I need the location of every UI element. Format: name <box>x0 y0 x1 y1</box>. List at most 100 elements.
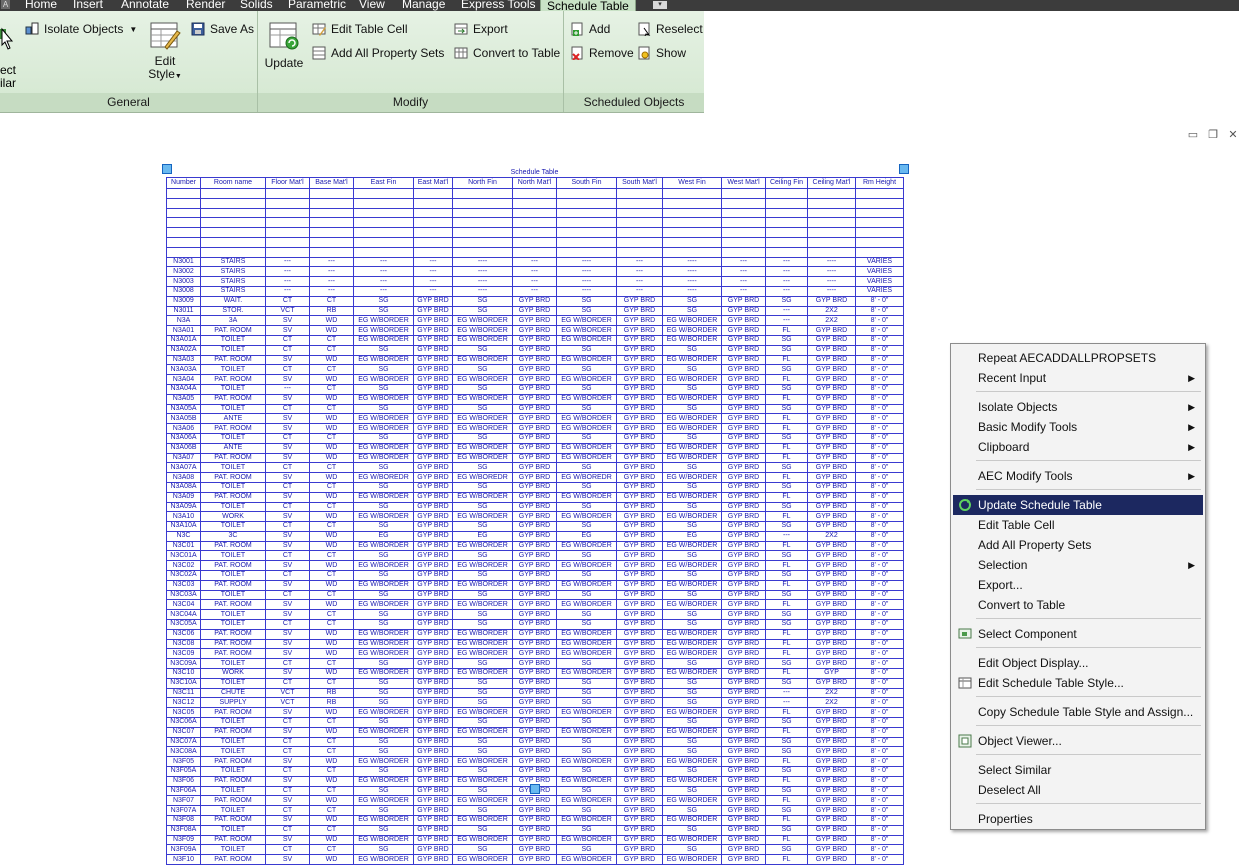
table-row[interactable]: N3A03A TOILET CT CT SG GYP BRD SG GYP BRD SG GYP … <box>166 364 904 376</box>
table-row[interactable]: N3A04A TOILET --- CT SG GYP BRD SG GYP BRD SG GYP… <box>166 383 904 395</box>
tab-express-tools[interactable]: Express Tools <box>461 0 535 11</box>
tab-home[interactable]: Home <box>25 0 57 11</box>
table-row[interactable]: N3A10 WORK SV WD EG W/BORDER GYP BRD EG W/BORD… <box>166 511 904 523</box>
table-row[interactable]: N3011 STOR. VCT RB SG GYP BRD SG GYP BRD SG GYP B… <box>166 305 904 317</box>
restore-window-icon[interactable]: ❐ <box>1206 128 1220 141</box>
tab-annotate[interactable]: Annotate <box>121 0 169 11</box>
menu-item-basic-modify-tools[interactable]: Basic Modify Tools ▶ <box>953 417 1203 437</box>
add-all-property-sets-button[interactable]: Add All Property Sets <box>312 43 444 63</box>
table-row[interactable]: N3C05A TOILET CT CT SG GYP BRD SG GYP BRD SG GYP … <box>166 619 904 630</box>
isolate-objects-button[interactable]: Isolate Objects ▼ <box>25 19 137 39</box>
grip-center[interactable] <box>530 784 540 794</box>
menu-item-select-component[interactable]: Select Component <box>953 624 1203 644</box>
remove-button[interactable]: Remove <box>570 43 634 63</box>
convert-to-table-button[interactable]: Convert to Table <box>454 43 560 63</box>
table-row[interactable]: N3C02 PAT. ROOM SV WD EG W/BORDER GYP BRD EG W… <box>166 560 904 572</box>
table-row[interactable]: N3A03 PAT. ROOM SV WD EG W/BORDER GYP BRD EG W… <box>166 354 904 366</box>
show-button[interactable]: Show <box>637 43 686 63</box>
table-row[interactable]: N3A02A TOILET CT CT SG GYP BRD SG GYP BRD SG GYP … <box>166 344 904 356</box>
table-row[interactable]: N3C04A TOILET SV CT SG GYP BRD SG GYP BRD SG GYP … <box>166 609 904 621</box>
menu-item-edit-table-cell[interactable]: Edit Table Cell <box>953 515 1203 535</box>
table-row[interactable]: N3008 STAIRS --- --- --- --- ---- --- ---- --- ---… <box>166 285 904 297</box>
table-row[interactable]: N3F08 PAT. ROOM SV WD EG W/BORDER GYP BRD EG W… <box>166 815 904 826</box>
menu-item-add-all-property-sets[interactable]: Add All Property Sets <box>953 535 1203 555</box>
table-row[interactable]: N3C02A TOILET CT CT SG GYP BRD SG GYP BRD SG GYP … <box>166 570 904 581</box>
save-as-button[interactable]: Save As <box>191 19 254 39</box>
menu-item-edit-schedule-table-style[interactable]: Edit Schedule Table Style... <box>953 673 1203 693</box>
close-window-icon[interactable]: ✕ <box>1226 128 1239 141</box>
menu-item-select-similar[interactable]: Select Similar <box>953 760 1203 780</box>
table-row[interactable]: N3A01A TOILET CT CT EG W/BORDER GYP BRD EG W/B… <box>166 334 904 346</box>
table-row[interactable]: N3C10 WORK SV WD EG W/BORDER GYP BRD EG W/BORD… <box>166 668 904 679</box>
table-row[interactable]: N3F08A TOILET CT CT SG GYP BRD SG GYP BRD SG GYP … <box>166 824 904 836</box>
table-row[interactable]: N3001 STAIRS --- --- --- --- ---- --- ---- --- ---… <box>166 256 904 268</box>
schedule-table[interactable]: Schedule Table Number Room name Floor Mat'… <box>166 169 904 865</box>
table-row[interactable]: N3A04 PAT. ROOM SV WD EG W/BORDER GYP BRD EG W… <box>166 374 904 385</box>
table-row[interactable]: N3003 STAIRS --- --- --- --- ---- --- ---- --- ---… <box>166 276 904 287</box>
table-row[interactable]: N3F07 PAT. ROOM SV WD EG W/BORDER GYP BRD EG W… <box>166 795 904 807</box>
menu-item-convert-to-table[interactable]: Convert to Table <box>953 595 1203 615</box>
table-row[interactable]: N3A01 PAT. ROOM SV WD EG W/BORDER GYP BRD EG W… <box>166 325 904 336</box>
minimize-window-icon[interactable]: ▭ <box>1186 128 1200 141</box>
table-row[interactable]: N3F09 PAT. ROOM SV WD EG W/BORDER GYP BRD EG W… <box>166 834 904 846</box>
table-row[interactable]: N3A07A TOILET CT CT SG GYP BRD SG GYP BRD SG GYP … <box>166 462 904 474</box>
menu-item-recent-input[interactable]: Recent Input ▶ <box>953 368 1203 388</box>
table-row[interactable]: N3A 3A SV WD EG W/BORDER GYP BRD EG W/BORDER GY… <box>166 315 904 327</box>
table-row[interactable]: N3C01A TOILET CT CT SG GYP BRD SG GYP BRD SG GYP … <box>166 550 904 562</box>
tab-solids[interactable]: Solids <box>240 0 273 11</box>
ribbon-minimize-icon[interactable]: ▾ <box>653 1 667 9</box>
table-row[interactable]: N3009 WAIT. CT CT SG GYP BRD SG GYP BRD SG GYP BR… <box>166 295 904 307</box>
table-row[interactable]: N3F05A TOILET CT CT SG GYP BRD SG GYP BRD SG GYP … <box>166 766 904 777</box>
table-row[interactable]: N3C08 PAT. ROOM SV WD EG W/BORDER GYP BRD EG W… <box>166 638 904 650</box>
menu-item-deselect-all[interactable]: Deselect All <box>953 780 1203 800</box>
tab-manage[interactable]: Manage <box>402 0 445 11</box>
reselect-button[interactable]: Reselect <box>637 19 703 39</box>
menu-item-copy-schedule-table-style-and-assign[interactable]: Copy Schedule Table Style and Assign... <box>953 702 1203 722</box>
menu-item-clipboard[interactable]: Clipboard ▶ <box>953 437 1203 457</box>
edit-style-button[interactable]: Edit Style▼ <box>145 21 185 83</box>
menu-item-object-viewer[interactable]: Object Viewer... <box>953 731 1203 751</box>
menu-item-update-schedule-table[interactable]: Update Schedule Table <box>953 495 1203 515</box>
table-row[interactable]: N3002 STAIRS --- --- --- --- ---- --- ---- --- ---… <box>166 266 904 278</box>
table-row[interactable]: N3C07A TOILET CT CT SG GYP BRD SG GYP BRD SG GYP … <box>166 736 904 748</box>
table-row[interactable]: N3A10A TOILET CT CT SG GYP BRD SG GYP BRD SG GYP … <box>166 521 904 532</box>
table-row[interactable]: N3F10 PAT. ROOM SV WD EG W/BORDER GYP BRD EG W… <box>166 854 904 865</box>
table-row[interactable]: N3A08 PAT. ROOM SV WD EG W/BOREDR GYP BRD EG W… <box>166 472 904 483</box>
table-row[interactable]: N3C09A TOILET CT CT SG GYP BRD SG GYP BRD SG GYP … <box>166 658 904 670</box>
table-row[interactable]: N3C12 SUPPLY VCT RB SG GYP BRD SG GYP BRD SG GYP … <box>166 697 904 709</box>
menu-item-repeat-aecaddallpropsets[interactable]: Repeat AECADDALLPROPSETS <box>953 348 1203 368</box>
menu-item-properties[interactable]: Properties <box>953 809 1203 829</box>
tab-render[interactable]: Render <box>186 0 225 11</box>
table-row[interactable]: N3A09 PAT. ROOM SV WD EG W/BORDER GYP BRD EG W… <box>166 491 904 503</box>
update-button[interactable]: Update <box>264 21 304 70</box>
table-row[interactable]: N3F05 PAT. ROOM SV WD EG W/BORDER GYP BRD EG W… <box>166 756 904 768</box>
grip-top-left[interactable] <box>162 164 172 174</box>
menu-item-isolate-objects[interactable]: Isolate Objects ▶ <box>953 397 1203 417</box>
table-row[interactable]: N3A06 PAT. ROOM SV WD EG W/BORDER GYP BRD EG W… <box>166 423 904 434</box>
table-row[interactable]: N3C04 PAT. ROOM SV WD EG W/BORDER GYP BRD EG W… <box>166 599 904 611</box>
table-row[interactable]: N3C01 PAT. ROOM SV WD EG W/BORDER GYP BRD EG W… <box>166 540 904 552</box>
tab-parametric[interactable]: Parametric <box>288 0 346 11</box>
table-row[interactable]: N3C03A TOILET CT CT SG GYP BRD SG GYP BRD SG GYP … <box>166 589 904 601</box>
table-row[interactable]: N3A05B ANTE SV WD EG W/BORDER GYP BRD EG W/BOR… <box>166 413 904 425</box>
menu-item-edit-object-display[interactable]: Edit Object Display... <box>953 653 1203 673</box>
table-row[interactable]: N3A09A TOILET CT CT SG GYP BRD SG GYP BRD SG GYP … <box>166 501 904 513</box>
grip-top-right[interactable] <box>899 164 909 174</box>
table-row[interactable]: N3C05 PAT. ROOM SV WD EG W/BORDER GYP BRD EG W… <box>166 707 904 719</box>
table-row[interactable]: N3C11 CHUTE VCT RB SG GYP BRD SG GYP BRD SG GYP B… <box>166 687 904 699</box>
table-row[interactable]: N3A06A TOILET CT CT SG GYP BRD SG GYP BRD SG GYP … <box>166 432 904 444</box>
table-row[interactable]: N3C07 PAT. ROOM SV WD EG W/BORDER GYP BRD EG W… <box>166 726 904 738</box>
export-button[interactable]: Export <box>454 19 508 39</box>
table-row[interactable]: N3F09A TOILET CT CT SG GYP BRD SG GYP BRD SG GYP … <box>166 844 904 856</box>
table-row[interactable]: N3A05 PAT. ROOM SV WD EG W/BORDER GYP BRD EG W… <box>166 393 904 405</box>
table-row[interactable]: N3C10A TOILET CT CT SG GYP BRD SG GYP BRD SG GYP … <box>166 677 904 689</box>
table-row[interactable]: N3C06 PAT. ROOM SV WD EG W/BORDER GYP BRD EG W… <box>166 628 904 640</box>
table-row[interactable]: N3A08A TOILET CT CT SG GYP BRD SG GYP BRD SG GYP … <box>166 481 904 493</box>
table-row[interactable]: N3C08A TOILET CT CT SG GYP BRD SG GYP BRD SG GYP … <box>166 746 904 758</box>
menu-item-selection[interactable]: Selection ▶ <box>953 555 1203 575</box>
table-row[interactable]: N3A06B ANTE SV WD EG W/BORDER GYP BRD EG W/BOR… <box>166 442 904 454</box>
add-button[interactable]: Add <box>570 19 610 39</box>
menu-item-aec-modify-tools[interactable]: AEC Modify Tools ▶ <box>953 466 1203 486</box>
table-row[interactable]: N3A05A TOILET CT CT SG GYP BRD SG GYP BRD SG GYP … <box>166 403 904 415</box>
app-menu-icon[interactable]: A <box>1 0 10 9</box>
